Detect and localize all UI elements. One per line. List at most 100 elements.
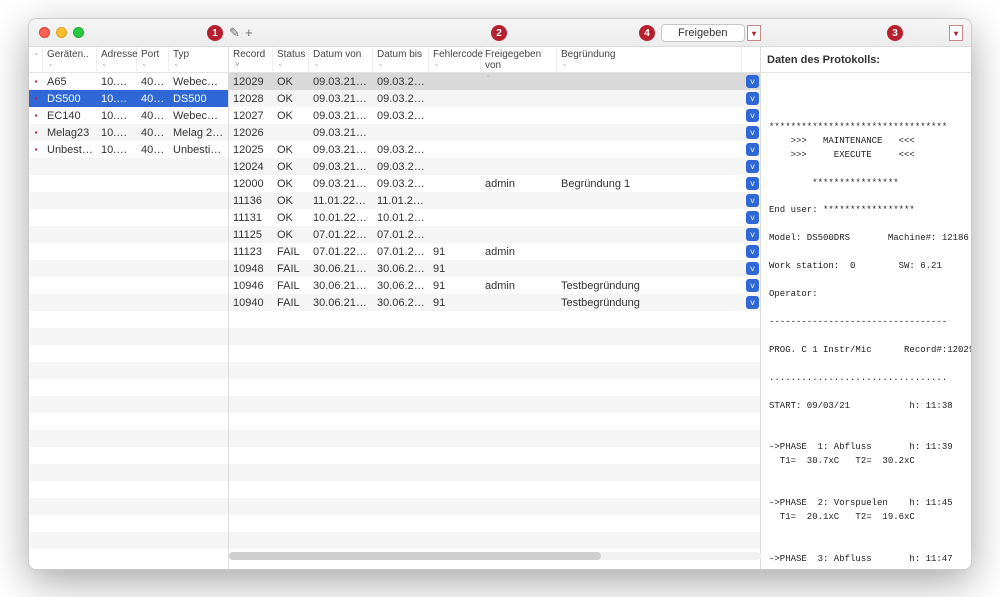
- record-row[interactable]: 11123FAIL07.01.22, 1...07.01.22...91admi…: [229, 243, 760, 260]
- record-expand[interactable]: ˅: [742, 262, 760, 275]
- empty-row: [229, 498, 760, 515]
- record-expand[interactable]: ˅: [742, 75, 760, 88]
- device-pane: ⌄ Geräten..⌄ Adresse⌄ Port⌄ Typ⌄ ▪A6510.…: [29, 47, 229, 569]
- empty-row: [29, 294, 228, 311]
- record-expand[interactable]: ˅: [742, 228, 760, 241]
- device-row[interactable]: ▪A6510.10...4004Webeco A65: [29, 73, 228, 90]
- record-row[interactable]: 11125OK07.01.22, 1...07.01.22...˅: [229, 226, 760, 243]
- col-type[interactable]: Typ⌄: [169, 47, 228, 72]
- record-status: OK: [273, 110, 309, 122]
- record-row[interactable]: 10940FAIL30.06.21, 1...30.06.21...91Test…: [229, 294, 760, 311]
- record-row[interactable]: 12025OK09.03.21, 1...09.03.21...˅: [229, 141, 760, 158]
- record-expand[interactable]: ˅: [742, 296, 760, 309]
- device-row[interactable]: ▪EC14010.10...4003Webeco EC140: [29, 107, 228, 124]
- chevron-down-icon[interactable]: ˅: [746, 194, 759, 207]
- col-date-from[interactable]: Datum von⌄: [309, 47, 373, 72]
- record-row[interactable]: 10946FAIL30.06.21, 1...30.06.21...91admi…: [229, 277, 760, 294]
- record-date-to: 30.06.21...: [373, 263, 429, 275]
- record-date-from: 09.03.21, 1...: [309, 76, 373, 88]
- device-row[interactable]: ▪Unbesti...10.10...4006Unbestimmt: [29, 141, 228, 158]
- record-row[interactable]: 1202609.03.21, 1...˅: [229, 124, 760, 141]
- record-row[interactable]: 11131OK10.01.22, 1...10.01.22...˅: [229, 209, 760, 226]
- chevron-down-icon[interactable]: ˅: [746, 228, 759, 241]
- record-row[interactable]: 11136OK11.01.22, 17...11.01.22,...˅: [229, 192, 760, 209]
- record-expand[interactable]: ˅: [742, 109, 760, 122]
- chevron-down-icon[interactable]: ˅: [746, 279, 759, 292]
- record-status: OK: [273, 229, 309, 241]
- horizontal-scrollbar[interactable]: [229, 551, 761, 561]
- col-port[interactable]: Port⌄: [137, 47, 169, 72]
- pdf-export-icon[interactable]: ▾: [747, 25, 761, 41]
- record-expand[interactable]: ˅: [742, 279, 760, 292]
- record-row[interactable]: 10948FAIL30.06.21, 1...30.06.21...91˅: [229, 260, 760, 277]
- pdf-export-icon-right[interactable]: ▾: [949, 25, 963, 41]
- protocol-title: Daten des Protokolls:: [761, 47, 971, 73]
- device-address: 10.10...: [97, 110, 137, 122]
- col-reason[interactable]: Begründung⌄: [557, 47, 742, 72]
- chevron-down-icon[interactable]: ˅: [746, 92, 759, 105]
- record-date-from: 09.03.21, 1...: [309, 127, 373, 139]
- record-expand[interactable]: ˅: [742, 126, 760, 139]
- record-errorcode: 91: [429, 263, 481, 275]
- record-date-from: 09.03.21, 1...: [309, 93, 373, 105]
- chevron-down-icon[interactable]: ˅: [746, 109, 759, 122]
- empty-row: [229, 413, 760, 430]
- records-list[interactable]: 12029OK09.03.21, 1...09.03.21...˅12028OK…: [229, 73, 760, 569]
- edit-icon[interactable]: ✎: [229, 25, 240, 41]
- chevron-down-icon[interactable]: ˅: [746, 296, 759, 309]
- chevron-down-icon[interactable]: ˅: [746, 143, 759, 156]
- record-status: OK: [273, 178, 309, 190]
- record-row[interactable]: 12024OK09.03.21, 1...09.03.21...˅: [229, 158, 760, 175]
- record-row[interactable]: 12028OK09.03.21, 1...09.03.21...˅: [229, 90, 760, 107]
- content-panes: ⌄ Geräten..⌄ Adresse⌄ Port⌄ Typ⌄ ▪A6510.…: [29, 47, 971, 569]
- chevron-down-icon[interactable]: ˅: [746, 160, 759, 173]
- record-id: 11123: [229, 246, 273, 258]
- col-status[interactable]: Status⌄: [273, 47, 309, 72]
- record-date-to: 09.03.21...: [373, 161, 429, 173]
- device-header: ⌄ Geräten..⌄ Adresse⌄ Port⌄ Typ⌄: [29, 47, 228, 73]
- close-icon[interactable]: [39, 27, 50, 38]
- record-released-by: admin: [481, 246, 557, 258]
- record-row[interactable]: 12027OK09.03.21, 1...09.03.21...˅: [229, 107, 760, 124]
- device-row[interactable]: ▪Melag2310.10...4005Melag 23/24: [29, 124, 228, 141]
- release-button[interactable]: Freigeben: [661, 24, 745, 42]
- minimize-icon[interactable]: [56, 27, 67, 38]
- chevron-down-icon[interactable]: ˅: [746, 75, 759, 88]
- record-expand[interactable]: ˅: [742, 177, 760, 190]
- col-errorcode[interactable]: Fehlercode⌄: [429, 47, 481, 72]
- add-icon[interactable]: +: [245, 25, 253, 40]
- device-status-icon: ▪: [29, 94, 43, 103]
- record-status: OK: [273, 195, 309, 207]
- device-row[interactable]: ▪DS50010.10...4001DS500: [29, 90, 228, 107]
- record-expand[interactable]: ˅: [742, 143, 760, 156]
- record-date-to: 10.01.22...: [373, 212, 429, 224]
- protocol-text[interactable]: ********************************* >>> MA…: [761, 73, 971, 569]
- record-row[interactable]: 12000OK09.03.21, 1...09.03.21...adminBeg…: [229, 175, 760, 192]
- empty-row: [229, 481, 760, 498]
- record-expand[interactable]: ˅: [742, 194, 760, 207]
- record-status: OK: [273, 144, 309, 156]
- col-date-to[interactable]: Datum bis⌄: [373, 47, 429, 72]
- record-expand[interactable]: ˅: [742, 92, 760, 105]
- record-expand[interactable]: ˅: [742, 245, 760, 258]
- col-icon[interactable]: ⌄: [29, 47, 43, 72]
- chevron-down-icon[interactable]: ˅: [746, 126, 759, 139]
- chevron-down-icon[interactable]: ˅: [746, 211, 759, 224]
- record-expand[interactable]: ˅: [742, 160, 760, 173]
- col-device[interactable]: Geräten..⌄: [43, 47, 97, 72]
- col-address[interactable]: Adresse⌄: [97, 47, 137, 72]
- device-type: Unbestimmt: [169, 144, 228, 156]
- empty-row: [29, 549, 228, 566]
- col-record[interactable]: Record˅⌄: [229, 47, 273, 72]
- chevron-down-icon[interactable]: ˅: [746, 262, 759, 275]
- zoom-icon[interactable]: [73, 27, 84, 38]
- device-name: Unbesti...: [43, 144, 97, 156]
- chevron-down-icon[interactable]: ˅: [746, 245, 759, 258]
- record-date-from: 11.01.22, 17...: [309, 195, 373, 207]
- record-expand[interactable]: ˅: [742, 211, 760, 224]
- device-status-icon: ▪: [29, 77, 43, 86]
- empty-row: [29, 464, 228, 481]
- col-released-by[interactable]: Freigegeben von⌄: [481, 47, 557, 72]
- chevron-down-icon[interactable]: ˅: [746, 177, 759, 190]
- device-list[interactable]: ▪A6510.10...4004Webeco A65▪DS50010.10...…: [29, 73, 228, 569]
